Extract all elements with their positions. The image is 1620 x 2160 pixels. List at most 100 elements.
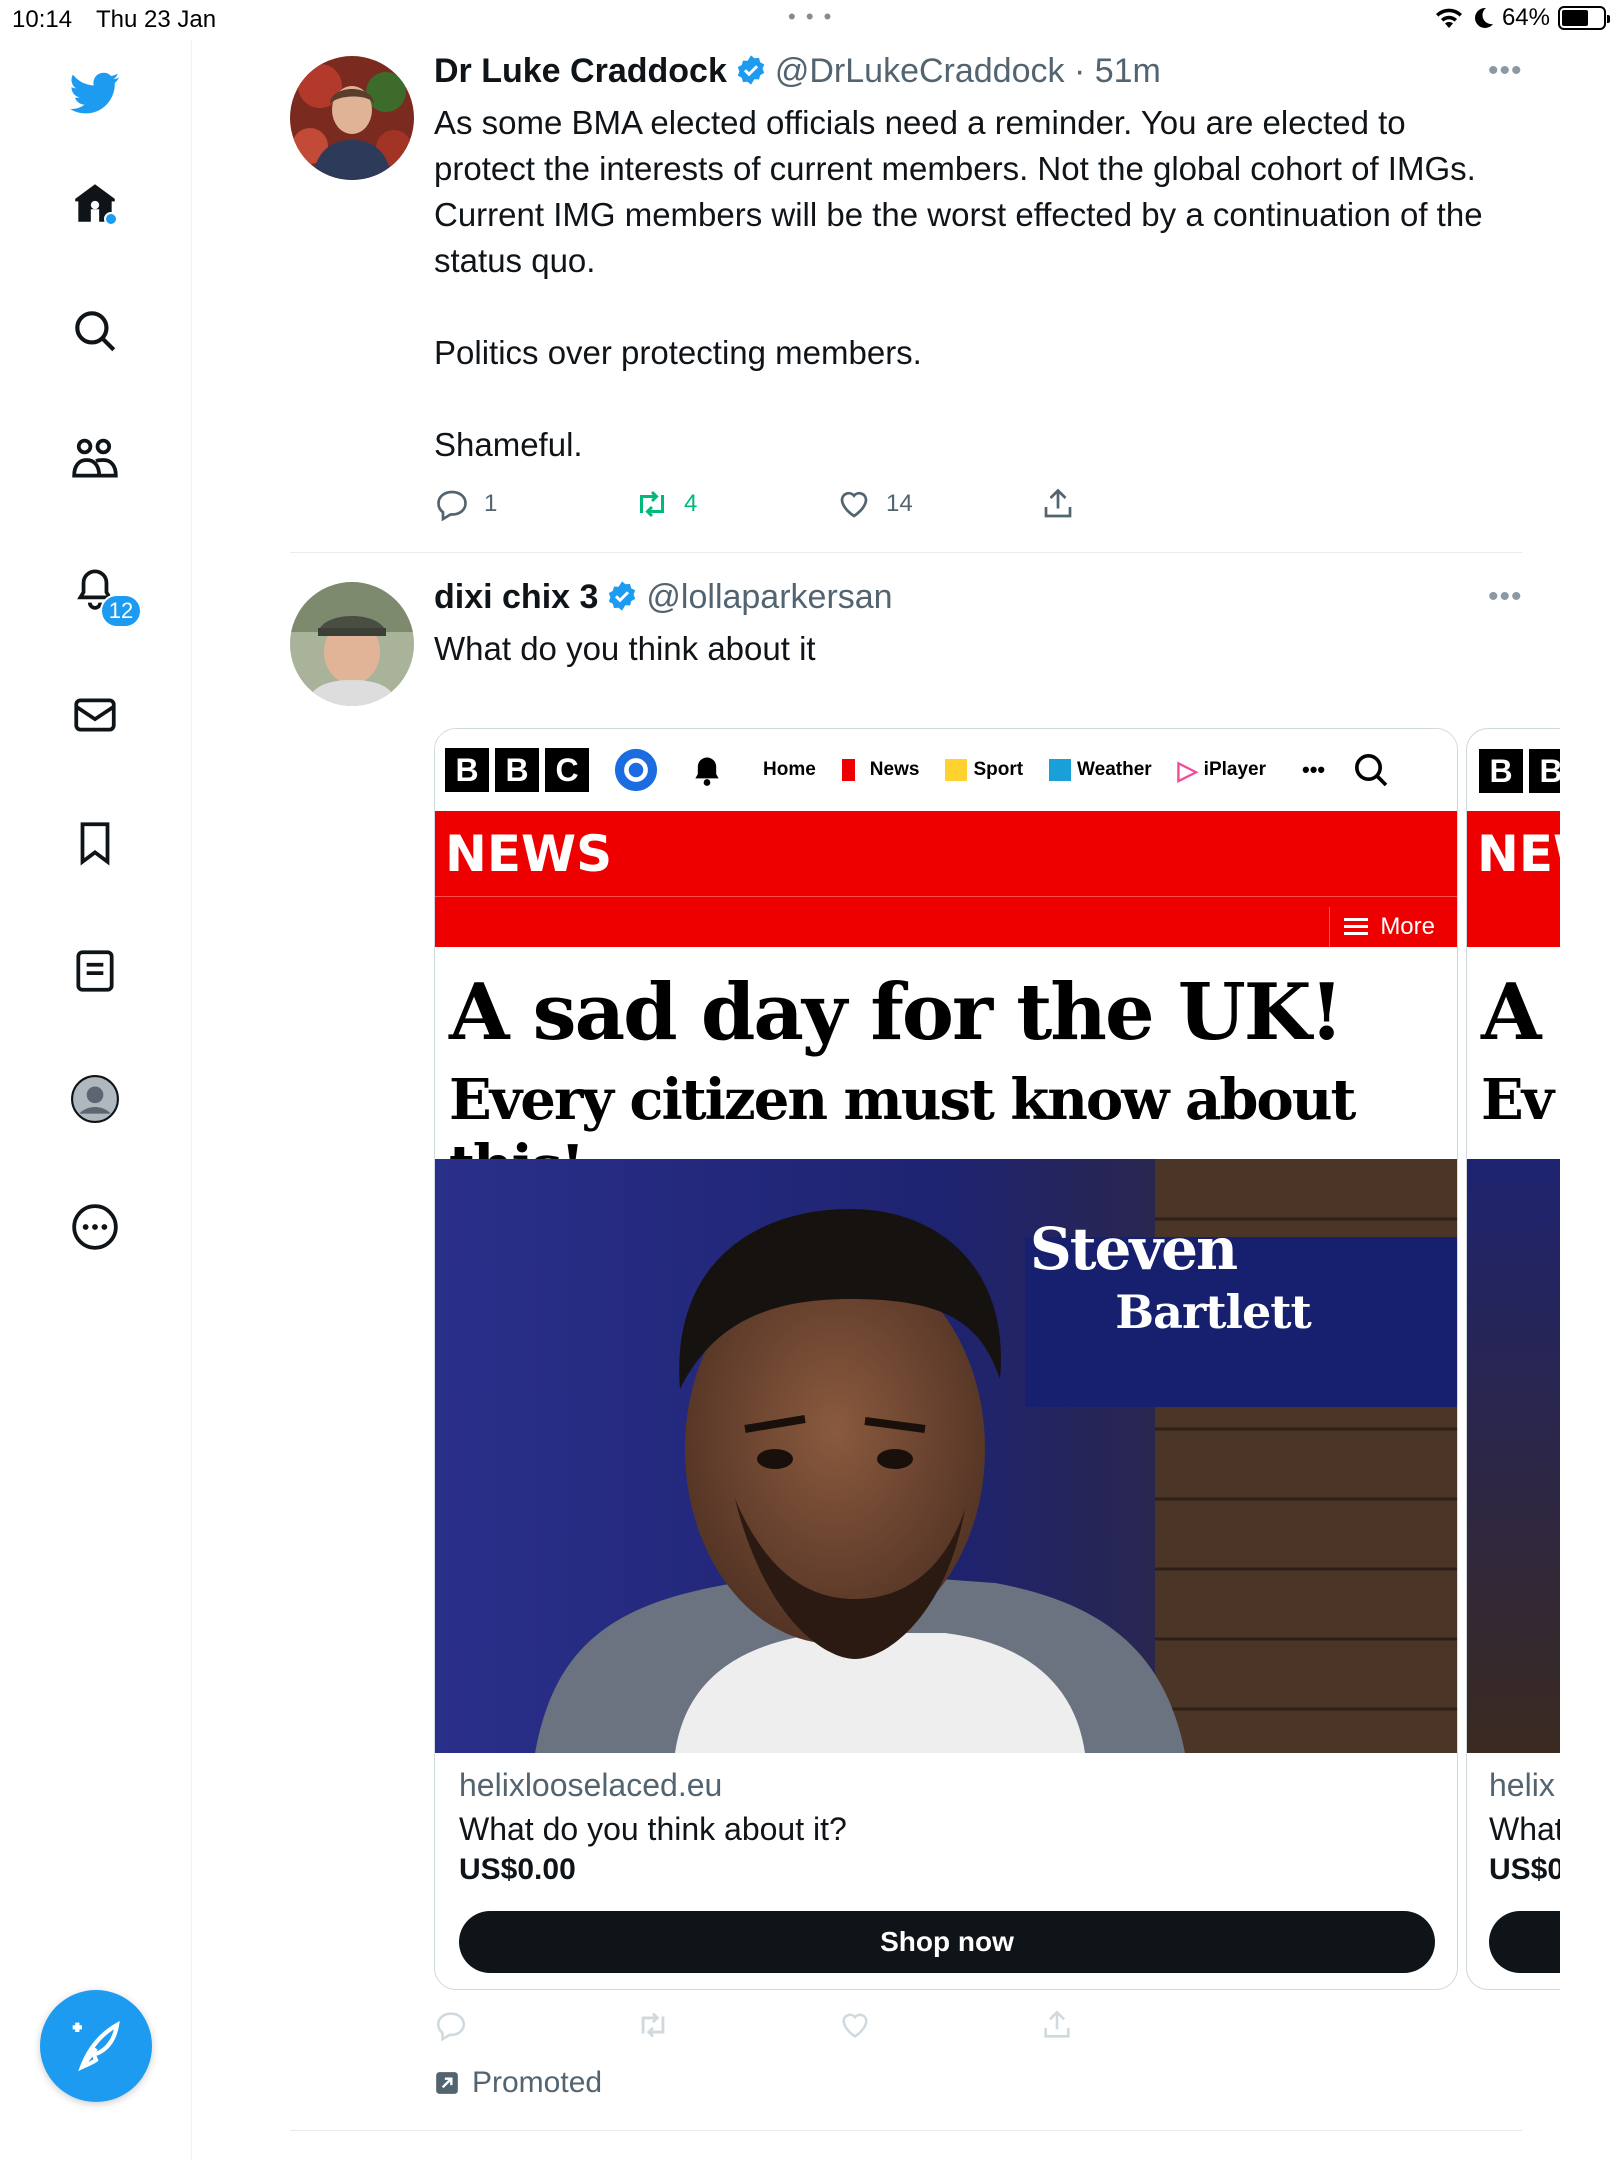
tweet-divider [290, 552, 1522, 553]
bbc-logo: B B [1479, 749, 1560, 793]
verified-badge-icon [609, 581, 636, 611]
reply-button[interactable]: 1 [434, 486, 497, 522]
author-handle[interactable]: @lollaparkersan [646, 578, 892, 616]
share-icon [1044, 2010, 1070, 2038]
tweet-more-icon[interactable]: ••• [1488, 54, 1523, 88]
card-photo: Steven Bartlett [435, 1159, 1457, 1753]
battery-percent: 64% [1501, 4, 1550, 31]
bbc-letter: C [545, 748, 589, 792]
notifications-badge: 12 [100, 594, 142, 628]
reply-count: 1 [484, 490, 498, 517]
card-subheadline: Ev [1481, 1067, 1554, 1133]
card-price: US$0.00 [459, 1853, 576, 1886]
tweet-text: What do you think about it [434, 630, 816, 667]
battery-icon [1558, 6, 1610, 30]
bbc-nav: Home News Sport Weather ▷ iPlayer ••• [763, 755, 1325, 786]
heart-icon [840, 491, 868, 518]
card-price: US$0 [1489, 1853, 1560, 1886]
promoted-label: Promoted [434, 2066, 602, 2100]
search-icon [1355, 754, 1388, 787]
tweet-more-icon[interactable]: ••• [1488, 580, 1523, 614]
bbc-letter: B [1529, 749, 1560, 793]
retweet-button[interactable] [636, 2008, 670, 2047]
home-icon[interactable] [62, 170, 128, 236]
author-name[interactable]: Dr Luke Craddock [434, 52, 727, 90]
share-button[interactable] [1040, 486, 1076, 522]
home-unread-dot [104, 212, 118, 226]
status-bar: 10:14 Thu 23 Jan • • • 64% [0, 0, 1620, 40]
promoted-text: Promoted [472, 2066, 603, 2099]
promoted-card-next[interactable]: B B NEW A Ev helix What US$0 [1466, 728, 1560, 1990]
shop-now-button[interactable] [1489, 1911, 1560, 1973]
verified-badge-icon [737, 55, 765, 85]
iplayer-nav-icon: ▷ [1177, 754, 1198, 785]
tweet-author-line: Dr Luke Craddock @DrLukeCraddock · 51m [434, 52, 1161, 91]
bbc-logo: B B C [445, 748, 595, 792]
shop-now-button[interactable]: Shop now [459, 1911, 1435, 1973]
bbc-letter: B [445, 748, 489, 792]
overlay-last-name: Bartlett [1115, 1285, 1311, 1339]
avatar[interactable] [290, 56, 414, 180]
avatar[interactable] [290, 582, 414, 706]
retweet-count: 4 [684, 490, 698, 517]
compose-tweet-button[interactable] [40, 1990, 152, 2102]
more-options-icon[interactable] [62, 1194, 128, 1260]
nav-home: Home [763, 759, 816, 780]
reply-button[interactable] [434, 2008, 468, 2047]
card-headline: A [1481, 967, 1542, 1058]
status-date: Thu 23 Jan [96, 6, 217, 33]
reply-icon [437, 490, 467, 522]
retweet-icon [641, 2012, 665, 2038]
tweet-time: · 51m [1073, 52, 1161, 90]
like-button[interactable] [838, 2008, 872, 2047]
more-menu: More [1329, 907, 1435, 947]
card-title: What do you think about it? [459, 1811, 847, 1847]
communities-icon[interactable] [62, 426, 128, 492]
like-count: 14 [886, 490, 913, 517]
author-name[interactable]: dixi chix 3 [434, 578, 598, 616]
overlay-first-name: Steven [1029, 1215, 1238, 1283]
nav-weather: Weather [1077, 759, 1152, 780]
nav-news: News [869, 759, 920, 780]
bookmarks-icon[interactable] [62, 810, 128, 876]
share-icon [1044, 488, 1072, 518]
more-dots-icon: ••• [1302, 757, 1326, 782]
multitasking-dots[interactable]: • • • [788, 4, 833, 30]
share-button[interactable] [1040, 2008, 1074, 2047]
nav-sport: Sport [973, 759, 1024, 780]
weather-nav-icon [1049, 759, 1072, 781]
card-title: What [1489, 1811, 1560, 1847]
bbc-letter: B [1479, 749, 1523, 793]
news-nav-icon [841, 759, 864, 781]
twitter-logo-icon[interactable] [62, 60, 128, 126]
news-subnav: More [435, 897, 1457, 947]
nav-iplayer: iPlayer [1203, 759, 1266, 780]
tweet-text: As some BMA elected officials need a rem… [434, 104, 1483, 463]
card-headline: A sad day for the UK! [449, 967, 1344, 1058]
moon-icon [1474, 7, 1493, 28]
news-label: NEWS [445, 825, 613, 883]
card-photo [1467, 1159, 1560, 1753]
lists-icon[interactable] [62, 938, 128, 1004]
tweet-author-line: dixi chix 3 @lollaparkersan [434, 578, 893, 617]
like-button[interactable]: 14 [836, 486, 913, 522]
reply-icon [436, 2012, 466, 2042]
compose-tweet-icon [72, 2020, 120, 2072]
retweet-icon [640, 490, 664, 518]
heart-icon [842, 2013, 868, 2038]
card-domain: helix [1489, 1767, 1555, 1803]
search-icon[interactable] [62, 298, 128, 364]
promoted-card[interactable]: B B C Home News Sport Weather ▷ iPlayer … [434, 728, 1458, 1990]
hamburger-icon [1344, 918, 1369, 935]
messages-icon[interactable] [62, 682, 128, 748]
author-handle[interactable]: @DrLukeCraddock [775, 52, 1065, 90]
account-icon [614, 748, 658, 792]
news-banner: NEW [1467, 811, 1560, 947]
tweet-divider [290, 2130, 1522, 2131]
retweet-button[interactable]: 4 [634, 486, 697, 522]
sport-nav-icon [945, 759, 968, 781]
status-time: 10:14 [12, 6, 73, 33]
promoted-icon [436, 2072, 458, 2094]
profile-icon[interactable] [62, 1066, 128, 1132]
card-domain[interactable]: helixlooselaced.eu [459, 1767, 722, 1804]
